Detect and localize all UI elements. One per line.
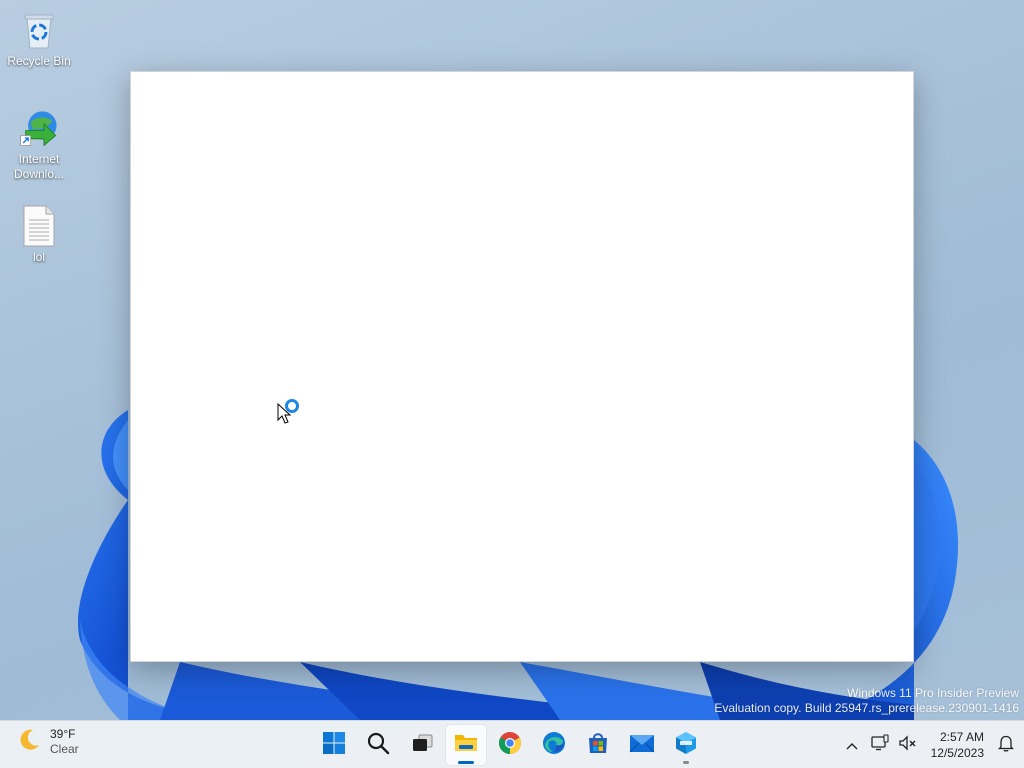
clock[interactable]: 2:57 AM 12/5/2023 [922, 729, 988, 761]
weather-condition: Clear [50, 742, 79, 756]
clock-date: 12/5/2023 [930, 746, 984, 760]
system-tray: 2:57 AM 12/5/2023 [838, 721, 1024, 768]
blank-app-window[interactable] [130, 71, 914, 662]
show-hidden-icons-button[interactable] [838, 725, 866, 765]
store-button[interactable] [578, 725, 618, 765]
search-button[interactable] [358, 725, 398, 765]
notifications-button[interactable] [988, 725, 1024, 765]
clock-time: 2:57 AM [939, 730, 984, 744]
desktop-icon-recycle-bin[interactable]: Recycle Bin [4, 8, 74, 69]
text-file-icon [19, 204, 59, 248]
open-app-indicator [683, 761, 689, 764]
watermark-line-1: Windows 11 Pro Insider Preview [847, 686, 1019, 700]
desktop-icon-lol[interactable]: lol [4, 204, 74, 265]
desktop-icon-label: Recycle Bin [7, 54, 71, 68]
network-button[interactable] [866, 725, 894, 765]
busy-cursor-icon [277, 398, 303, 426]
cube-app-icon [674, 731, 698, 759]
volume-muted-icon [898, 734, 918, 756]
recycle-bin-icon [19, 8, 59, 52]
store-icon [586, 731, 610, 759]
desktop-icon-label: Internet Downlo... [13, 152, 65, 181]
evaluation-watermark: Windows 11 Pro Insider Preview Evaluatio… [714, 686, 1019, 716]
internet-download-manager-icon [19, 106, 59, 150]
taskbar: 39°F Clear 2:57 AM 12/5/2023 [0, 720, 1024, 768]
active-app-indicator [458, 761, 474, 764]
mail-button[interactable] [622, 725, 662, 765]
search-icon [366, 731, 390, 759]
weather-temperature: 39°F [50, 727, 76, 741]
task-view-button[interactable] [402, 725, 442, 765]
chrome-button[interactable] [490, 725, 530, 765]
network-icon [870, 734, 890, 756]
file-explorer-button[interactable] [446, 725, 486, 765]
chrome-icon [498, 731, 522, 759]
cube-app-button[interactable] [666, 725, 706, 765]
volume-button[interactable] [894, 725, 922, 765]
taskbar-pinned-apps [314, 725, 706, 765]
weather-widget[interactable]: 39°F Clear [16, 727, 79, 757]
windows-start-icon [322, 731, 346, 759]
mail-icon [629, 732, 655, 758]
edge-icon [542, 731, 566, 759]
chevron-up-icon [845, 736, 859, 755]
moon-icon [16, 727, 42, 757]
bell-icon [997, 734, 1015, 756]
desktop-icon-internet-download-manager[interactable]: Internet Downlo... [4, 106, 74, 182]
edge-button[interactable] [534, 725, 574, 765]
folder-icon [453, 731, 479, 759]
desktop-icon-label: lol [32, 250, 45, 264]
watermark-line-2: Evaluation copy. Build 25947.rs_prerelea… [714, 701, 1019, 715]
task-view-icon [410, 731, 434, 759]
start-button[interactable] [314, 725, 354, 765]
